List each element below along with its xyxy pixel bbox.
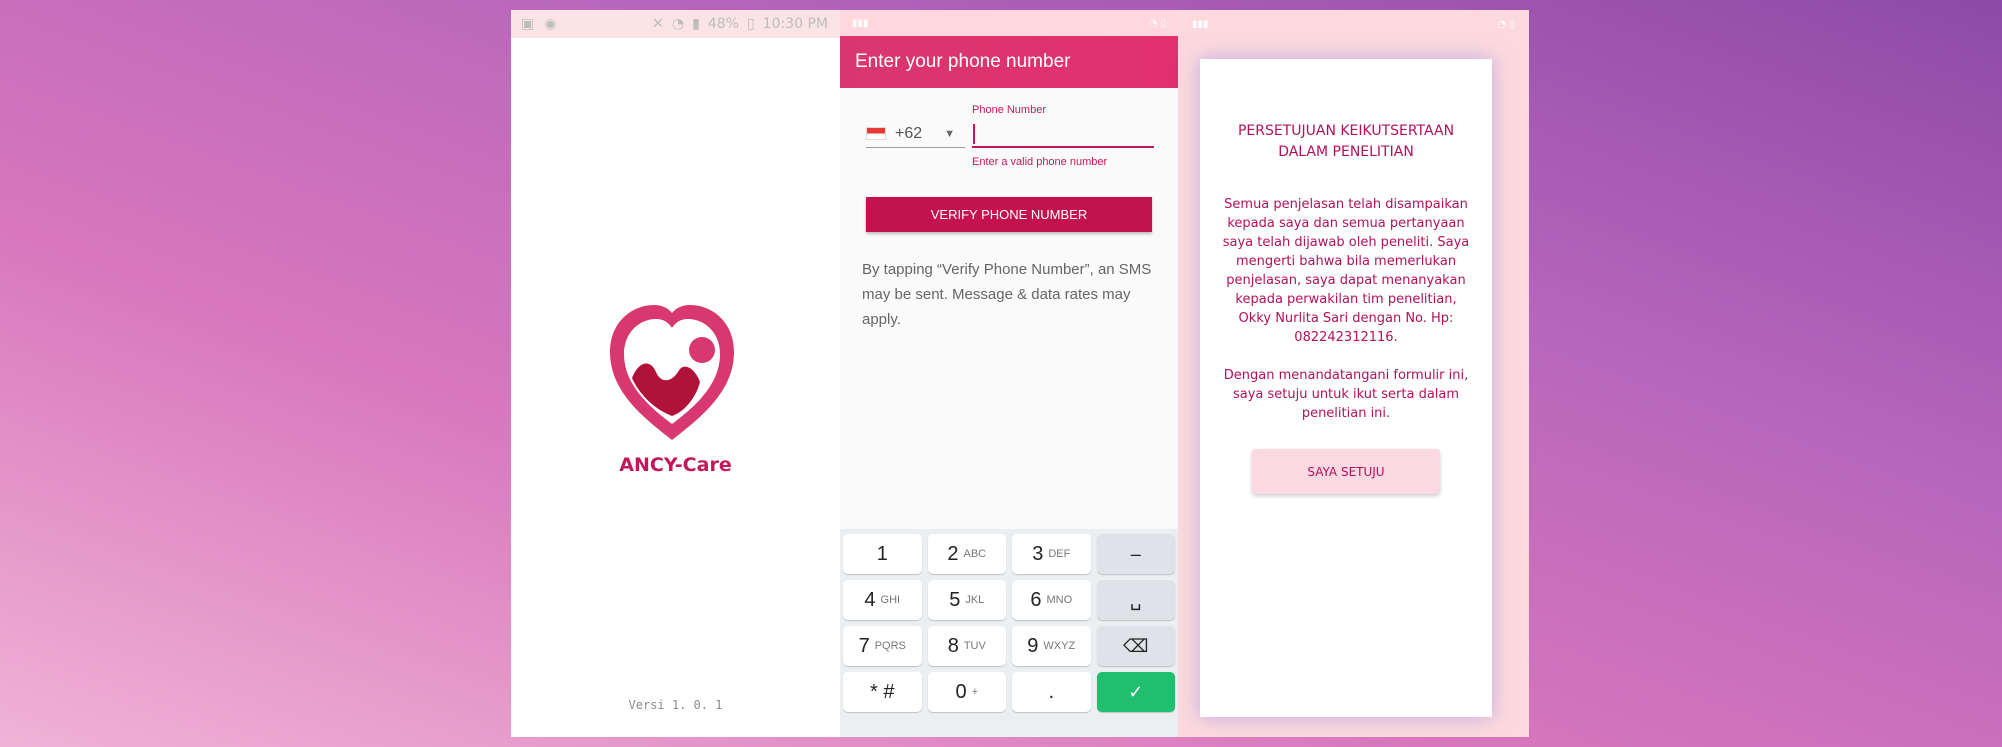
key-digit: 8 (947, 634, 959, 657)
key-digit: 0 (955, 680, 967, 703)
country-code-value: +62 (895, 124, 923, 142)
key-digit: * # (870, 680, 895, 703)
key-letters: ABC (963, 548, 987, 560)
key-digit: 3 (1032, 542, 1044, 565)
key-0-3[interactable]: – (1096, 534, 1175, 574)
sms-note: By tapping “Verify Phone Number”, an SMS… (862, 261, 1152, 328)
key-digit: – (1130, 543, 1141, 564)
status-bar-2: ▮▮▮ ◔ ▯ (840, 10, 1178, 36)
key-2-3[interactable]: ⌫ (1096, 626, 1175, 666)
battery-level: 48% (707, 16, 739, 32)
phone-screen: ▮▮▮ ◔ ▯ Enter your phone number +62 ▼ Ph… (840, 10, 1178, 737)
page-title: Enter your phone number (855, 51, 1071, 72)
key-letters: JKL (965, 594, 985, 606)
status-left-3: ▮▮▮ (1192, 18, 1209, 30)
consent-title: PERSETUJUAN KEIKUTSERTAAN DALAM PENELITI… (1237, 123, 1455, 160)
app-bar: Enter your phone number (840, 36, 1178, 88)
key-0-0[interactable]: 1 (843, 534, 922, 574)
key-1-0[interactable]: 4 GHI (843, 580, 922, 620)
signal-icon: ▮ (692, 16, 700, 32)
agree-button[interactable]: SAYA SETUJU (1252, 449, 1440, 494)
consent-screen: ▮▮▮ ◔ ▯ PERSETUJUAN KEIKUTSERTAAN DALAM … (1178, 10, 1529, 737)
keyboard-row: 1 2 ABC 3 DEF – (843, 534, 1175, 574)
key-letters: PQRS (874, 640, 906, 652)
status-bar: ▣ ◉ ✕ ◔ ▮ 48% ▯ 10:30 PM (511, 10, 840, 38)
key-3-3[interactable]: ✓ (1096, 672, 1175, 712)
app-name: ANCY-Care (619, 454, 732, 476)
key-letters: TUV (963, 640, 986, 652)
screenshot-icon: ▣ (521, 16, 535, 32)
keyboard-row: 4 GHI 5 JKL 6 MNO ␣ (843, 580, 1175, 620)
key-letters: DEF (1048, 548, 1071, 560)
phone-label: Phone Number (972, 104, 1046, 116)
key-digit: 6 (1030, 588, 1042, 611)
key-digit: ⌫ (1123, 635, 1149, 656)
phone-input[interactable] (972, 122, 1154, 148)
status-right-3: ◔ ▯ (1497, 18, 1515, 30)
key-1-2[interactable]: 6 MNO (1012, 580, 1091, 620)
consent-paragraph-2: Dengan menandatangani formulir ini, saya… (1223, 368, 1469, 421)
key-digit: 4 (864, 588, 876, 611)
key-digit: ✓ (1128, 681, 1144, 702)
key-3-2[interactable]: . (1012, 672, 1091, 712)
verify-phone-button[interactable]: VERIFY PHONE NUMBER (866, 197, 1152, 232)
country-code-select[interactable]: +62 ▼ (866, 120, 965, 148)
app-logo-icon (610, 305, 734, 440)
consent-card: PERSETUJUAN KEIKUTSERTAAN DALAM PENELITI… (1200, 59, 1492, 717)
key-2-0[interactable]: 7 PQRS (843, 626, 922, 666)
numeric-keyboard: 1 2 ABC 3 DEF – 4 GHI 5 JKL 6 MNO ␣ 7 PQRS 8 TUV 9 WXYZ ⌫ * … (840, 529, 1178, 737)
key-digit: 2 (947, 542, 959, 565)
indonesia-flag-icon (866, 127, 886, 140)
screens-frame: ▣ ◉ ✕ ◔ ▮ 48% ▯ 10:30 PM ANCY-Care Versi… (511, 10, 1529, 737)
key-3-1[interactable]: 0 + (927, 672, 1006, 712)
key-digit: 9 (1027, 634, 1039, 657)
mute-icon: ✕ (652, 16, 664, 32)
status-bar-3: ▮▮▮ ◔ ▯ (1178, 10, 1529, 38)
keyboard-row: 7 PQRS 8 TUV 9 WXYZ ⌫ (843, 626, 1175, 666)
text-cursor (973, 124, 975, 144)
status-time: 10:30 PM (762, 16, 828, 32)
key-0-1[interactable]: 2 ABC (927, 534, 1006, 574)
wifi-icon: ◔ (671, 16, 685, 32)
phone-error: Enter a valid phone number (972, 156, 1108, 168)
key-digit: 1 (876, 542, 888, 565)
key-2-2[interactable]: 9 WXYZ (1012, 626, 1091, 666)
battery-icon: ▯ (746, 16, 755, 32)
splash-screen: ▣ ◉ ✕ ◔ ▮ 48% ▯ 10:30 PM ANCY-Care Versi… (511, 10, 840, 737)
consent-paragraph-1: Semua penjelasan telah disampaikan kepad… (1222, 197, 1470, 345)
key-digit: 7 (858, 634, 870, 657)
key-digit: ␣ (1130, 589, 1142, 610)
key-digit: 5 (949, 588, 961, 611)
status-right: ◔ ▯ (1148, 17, 1166, 29)
key-digit: . (1048, 680, 1055, 703)
key-1-1[interactable]: 5 JKL (927, 580, 1006, 620)
status-left: ▮▮▮ (852, 17, 869, 29)
key-letters: GHI (880, 594, 901, 606)
key-letters: WXYZ (1043, 640, 1076, 652)
key-0-2[interactable]: 3 DEF (1012, 534, 1091, 574)
key-3-0[interactable]: * # (843, 672, 922, 712)
key-letters: MNO (1046, 594, 1073, 606)
keyboard-row: * #0 +. ✓ (843, 672, 1175, 712)
key-1-3[interactable]: ␣ (1096, 580, 1175, 620)
notification-icon: ◉ (544, 16, 557, 32)
key-letters: + (971, 686, 979, 698)
dropdown-caret-icon: ▼ (944, 127, 955, 140)
key-2-1[interactable]: 8 TUV (927, 626, 1006, 666)
version-text: Versi 1. 0. 1 (628, 698, 723, 712)
